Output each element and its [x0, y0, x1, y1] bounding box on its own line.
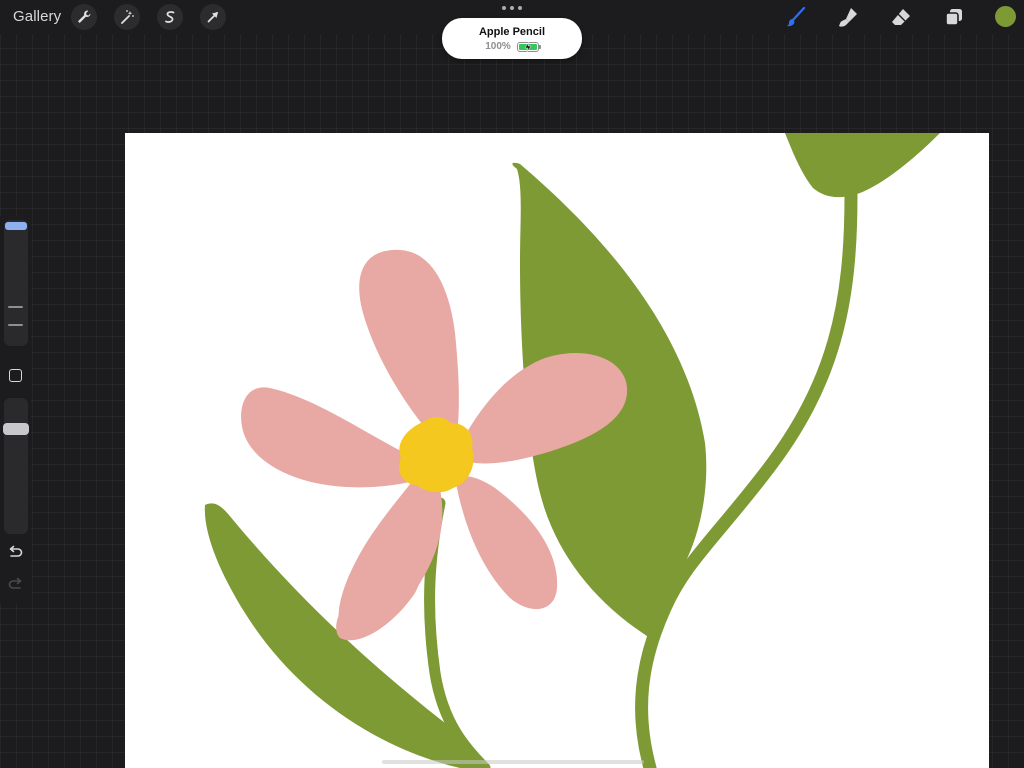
battery-icon — [516, 41, 541, 52]
battery-percent: 100% — [485, 41, 511, 52]
apple-pencil-status-popup: Apple Pencil 100% — [442, 18, 582, 59]
brush-tool-button[interactable] — [784, 5, 808, 29]
procreate-workspace: Gallery Apple Pencil 100% — [0, 0, 1024, 768]
petal-left — [241, 387, 420, 488]
flower-center — [398, 417, 474, 493]
wrench-icon — [78, 10, 91, 23]
top-bud-leaf — [785, 133, 940, 198]
selection-s-icon — [165, 11, 175, 23]
smudge-icon — [839, 8, 857, 27]
eraser-tool-button[interactable] — [889, 5, 913, 29]
dot — [510, 6, 514, 10]
more-options-dots[interactable] — [502, 4, 522, 12]
brush-size-handle[interactable] — [5, 221, 27, 230]
left-sidebar — [0, 216, 31, 604]
opacity-slider[interactable] — [3, 398, 29, 534]
layers-icon — [945, 9, 962, 26]
charging-bolt-icon — [524, 41, 532, 52]
opacity-handle[interactable] — [3, 422, 29, 435]
pencil-title: Apple Pencil — [478, 26, 546, 38]
gallery-button[interactable]: Gallery — [13, 8, 61, 25]
flower-artwork — [204, 133, 940, 768]
color-picker-button[interactable] — [995, 6, 1016, 27]
battery-cap — [538, 44, 541, 49]
redo-arrow-icon[interactable] — [7, 576, 24, 593]
home-indicator — [382, 760, 644, 764]
dot — [518, 6, 522, 10]
brush-icon — [787, 6, 806, 27]
brush-size-slider[interactable] — [4, 220, 28, 346]
modify-button[interactable] — [9, 369, 22, 382]
actions-button[interactable] — [71, 4, 97, 30]
eraser-icon — [892, 9, 910, 25]
pencil-battery-status: 100% — [442, 41, 582, 52]
adjustments-button[interactable] — [114, 4, 140, 30]
magic-wand-icon — [121, 10, 134, 24]
size-tick — [8, 306, 23, 308]
dot — [502, 6, 506, 10]
arrow-cursor-icon — [207, 12, 218, 23]
layers-tool-button[interactable] — [942, 5, 966, 29]
undo-arrow-icon[interactable] — [7, 544, 24, 561]
drawing-canvas[interactable] — [125, 133, 989, 768]
selection-button[interactable] — [157, 4, 183, 30]
transform-button[interactable] — [200, 4, 226, 30]
size-tick — [8, 324, 23, 326]
smudge-tool-button[interactable] — [836, 5, 860, 29]
